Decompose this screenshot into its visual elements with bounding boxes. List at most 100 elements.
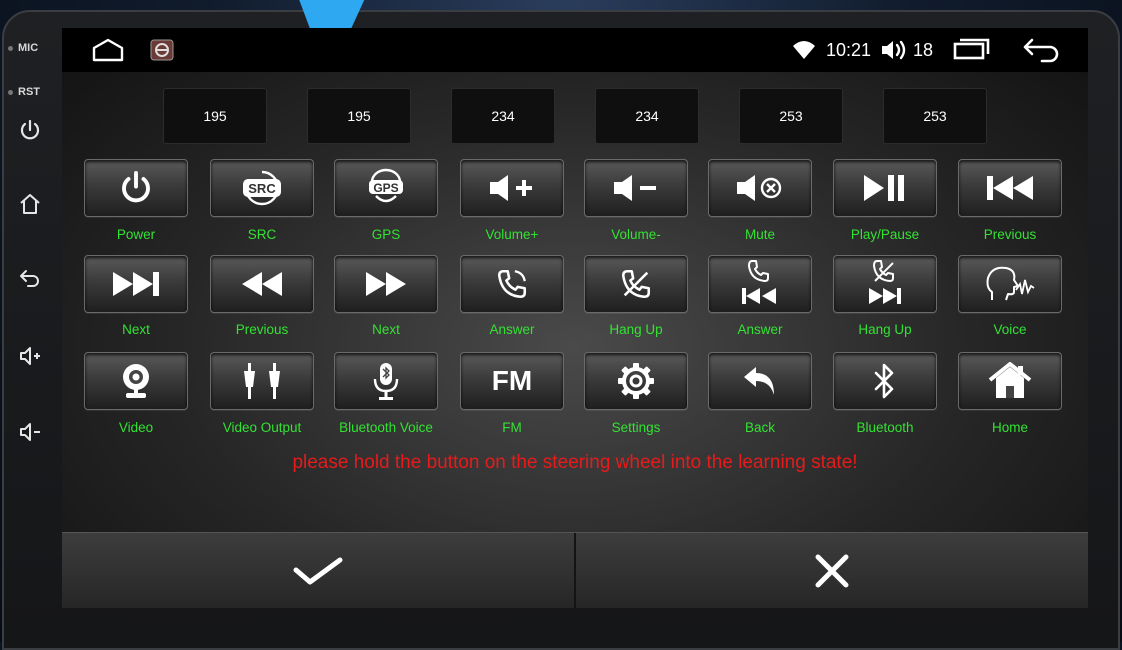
mute-label: Mute	[744, 227, 775, 242]
recent-apps-icon[interactable]	[952, 36, 992, 64]
power-icon	[122, 171, 150, 203]
back-arrow-icon	[744, 367, 774, 395]
previous-icon	[987, 176, 1033, 200]
back-icon[interactable]	[1022, 36, 1062, 64]
gps-icon: GPS	[369, 168, 403, 203]
svg-text:SRC: SRC	[248, 181, 276, 196]
home-icon[interactable]	[18, 192, 42, 216]
wifi-icon	[793, 41, 815, 59]
home-button[interactable]	[958, 352, 1062, 410]
home-icon	[988, 362, 1032, 398]
clock: 10:21	[826, 39, 872, 60]
steering-wheel-app-icon[interactable]	[150, 36, 174, 64]
learning-notice: please hold the button on the steering w…	[292, 452, 858, 473]
volume-down-icon[interactable]	[18, 420, 42, 444]
learned-value-box: 253	[739, 88, 843, 144]
src-icon: SRC	[243, 170, 281, 206]
phone-answer-icon	[497, 269, 527, 299]
rewind-button[interactable]	[210, 255, 314, 313]
home-icon[interactable]	[90, 36, 126, 64]
gps-label: GPS	[371, 227, 401, 242]
bluetooth-button[interactable]	[833, 352, 937, 410]
power-icon[interactable]	[18, 118, 42, 142]
hang-up-next-button[interactable]	[833, 255, 937, 313]
screen: 10:21 18 195 195 234 234 253 253 Power S…	[62, 28, 1088, 608]
volume-down-label: Volume-	[611, 227, 661, 242]
play-pause-icon	[864, 175, 904, 201]
voice-label: Voice	[993, 322, 1027, 337]
previous-button[interactable]	[958, 159, 1062, 217]
phone-answer-previous-icon	[742, 260, 776, 304]
fast-forward-button[interactable]	[334, 255, 438, 313]
hang-up-label: Hang Up	[609, 322, 663, 337]
video-output-label: Video Output	[222, 420, 302, 435]
volume-up-label: Volume+	[485, 227, 539, 242]
mute-button[interactable]	[708, 159, 812, 217]
play-pause-label: Play/Pause	[850, 227, 920, 242]
cancel-button[interactable]	[576, 533, 1088, 608]
voice-button[interactable]	[958, 255, 1062, 313]
gps-button[interactable]: GPS	[334, 159, 438, 217]
settings-label: Settings	[611, 420, 661, 435]
next-button[interactable]	[84, 255, 188, 313]
rewind-label: Previous	[235, 322, 289, 337]
webcam-icon	[123, 364, 149, 398]
next-label: Next	[122, 322, 150, 337]
power-button[interactable]	[84, 159, 188, 217]
bottom-action-bar	[62, 532, 1088, 608]
mic-hole: MIC	[8, 42, 38, 54]
answer-button[interactable]	[460, 255, 564, 313]
answer-label: Answer	[489, 322, 535, 337]
volume-up-icon	[490, 175, 532, 201]
check-icon	[293, 557, 343, 585]
bluetooth-voice-label: Bluetooth Voice	[339, 420, 433, 435]
gear-icon	[618, 363, 654, 399]
fm-label: FM	[502, 420, 522, 435]
voice-icon	[986, 266, 1035, 301]
home-label: Home	[991, 420, 1028, 435]
volume-down-icon	[614, 175, 656, 201]
rewind-icon	[242, 272, 282, 296]
answer-previous-label: Answer	[737, 322, 783, 337]
volume-down-button[interactable]	[584, 159, 688, 217]
next-icon	[113, 272, 159, 296]
learned-value-box: 253	[883, 88, 987, 144]
confirm-button[interactable]	[62, 533, 574, 608]
back-button[interactable]	[708, 352, 812, 410]
previous-label: Previous	[983, 227, 1037, 242]
src-label: SRC	[247, 227, 277, 242]
rca-cable-icon	[244, 363, 280, 399]
hang-up-button[interactable]	[584, 255, 688, 313]
learned-value-box: 234	[451, 88, 555, 144]
play-pause-button[interactable]	[833, 159, 937, 217]
video-output-button[interactable]	[210, 352, 314, 410]
settings-button[interactable]	[584, 352, 688, 410]
video-label: Video	[118, 420, 154, 435]
answer-previous-button[interactable]	[708, 255, 812, 313]
bluetooth-voice-button[interactable]	[334, 352, 438, 410]
volume-icon[interactable]	[880, 36, 910, 64]
power-label: Power	[116, 227, 156, 242]
rst-hole[interactable]: RST	[8, 86, 40, 98]
close-icon	[815, 554, 849, 588]
back-icon[interactable]	[18, 266, 42, 290]
volume-up-button[interactable]	[460, 159, 564, 217]
fast-forward-label: Next	[372, 322, 400, 337]
status-bar: 10:21 18	[62, 28, 1088, 72]
bluetooth-label: Bluetooth	[856, 420, 914, 435]
volume-up-icon[interactable]	[18, 344, 42, 368]
learned-values-row: 195 195 234 234 253 253	[62, 88, 1088, 146]
bluetooth-icon	[874, 363, 894, 399]
phone-hangup-next-icon	[869, 260, 901, 304]
volume-level: 18	[913, 39, 934, 60]
learned-value-box: 195	[307, 88, 411, 144]
src-button[interactable]: SRC	[210, 159, 314, 217]
rst-label: RST	[18, 86, 40, 98]
video-button[interactable]	[84, 352, 188, 410]
fm-button[interactable]: FM	[460, 352, 564, 410]
learned-value-box: 234	[595, 88, 699, 144]
fast-forward-icon	[366, 272, 406, 296]
svg-text:GPS: GPS	[373, 181, 398, 195]
hang-up-next-label: Hang Up	[858, 322, 912, 337]
fm-icon: FM	[491, 365, 533, 396]
